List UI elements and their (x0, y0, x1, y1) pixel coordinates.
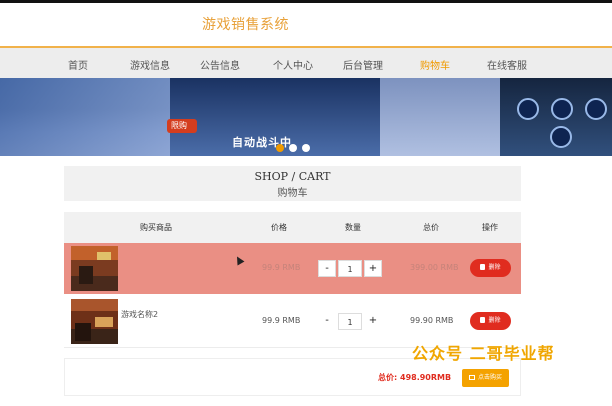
checkout-button[interactable]: 点击购买 (462, 369, 509, 387)
nav-item-cart[interactable]: 购物车 (420, 57, 450, 72)
skill-icon (550, 126, 572, 148)
skill-icon (517, 98, 539, 120)
delete-label: 删除 (488, 264, 501, 271)
banner-art-right (380, 78, 500, 156)
product-price: 99.9 RMB (262, 263, 301, 272)
banner-badge: 限购 (167, 119, 197, 133)
carousel-dot-3[interactable] (302, 144, 310, 152)
qty-input[interactable]: 1 (338, 313, 362, 330)
quantity-stepper: - 1 + (318, 313, 382, 330)
col-action: 操作 (482, 223, 498, 232)
hero-banner[interactable]: 限购 自动战斗中 (0, 78, 612, 156)
qty-increase-button[interactable]: + (364, 313, 382, 330)
page-title-en: SHOP / CART (254, 170, 331, 183)
main-nav: 首页 游戏信息 公告信息 个人中心 后台管理 购物车 在线客服 (0, 46, 612, 80)
watermark-text: 公众号 二哥毕业帮 (412, 344, 555, 363)
col-total: 总价 (423, 223, 439, 232)
qty-decrease-button[interactable]: - (318, 260, 336, 277)
col-qty: 数量 (345, 223, 361, 232)
row-total: 399.00 RMB (410, 263, 459, 272)
page-title: SHOP / CART 购物车 (64, 166, 521, 201)
cart-row: 99.9 RMB - 1 + 399.00 RMB 删除 (64, 243, 521, 294)
delete-label: 删除 (488, 317, 501, 324)
skill-icon (585, 98, 607, 120)
banner-art-left (0, 78, 170, 156)
nav-item-support[interactable]: 在线客服 (487, 57, 527, 72)
trash-icon (480, 264, 486, 270)
carousel-dot-1[interactable] (276, 144, 284, 152)
row-total: 99.90 RMB (410, 316, 454, 325)
cart-icon (468, 375, 475, 380)
trash-icon (480, 317, 486, 323)
nav-item-admin[interactable]: 后台管理 (343, 57, 383, 72)
page-title-cn: 购物车 (277, 188, 308, 199)
cart-total: 总价: 498.90RMB (378, 373, 452, 382)
product-price: 99.9 RMB (262, 316, 301, 325)
product-thumbnail[interactable] (71, 299, 118, 344)
nav-item-games[interactable]: 游戏信息 (130, 57, 170, 72)
site-brand[interactable]: 游戏销售系统 (202, 14, 289, 34)
top-border (0, 0, 612, 3)
carousel-dot-2[interactable] (289, 144, 297, 152)
quantity-stepper: - 1 + (318, 260, 382, 277)
product-thumbnail[interactable] (71, 246, 118, 291)
nav-item-announcements[interactable]: 公告信息 (200, 57, 240, 72)
skill-icon (551, 98, 573, 120)
qty-input[interactable]: 1 (338, 260, 362, 277)
col-product: 购买商品 (140, 223, 172, 232)
nav-item-profile[interactable]: 个人中心 (273, 57, 313, 72)
qty-increase-button[interactable]: + (364, 260, 382, 277)
checkout-label: 点击购买 (477, 374, 502, 381)
qty-decrease-button[interactable]: - (318, 313, 336, 330)
delete-button[interactable]: 删除 (470, 259, 511, 277)
col-price: 价格 (271, 223, 287, 232)
product-name[interactable]: 游戏名称2 (121, 309, 158, 320)
delete-button[interactable]: 删除 (470, 312, 511, 330)
cart-table-header: 购买商品 价格 数量 总价 操作 (64, 212, 521, 243)
nav-item-home[interactable]: 首页 (68, 57, 88, 72)
